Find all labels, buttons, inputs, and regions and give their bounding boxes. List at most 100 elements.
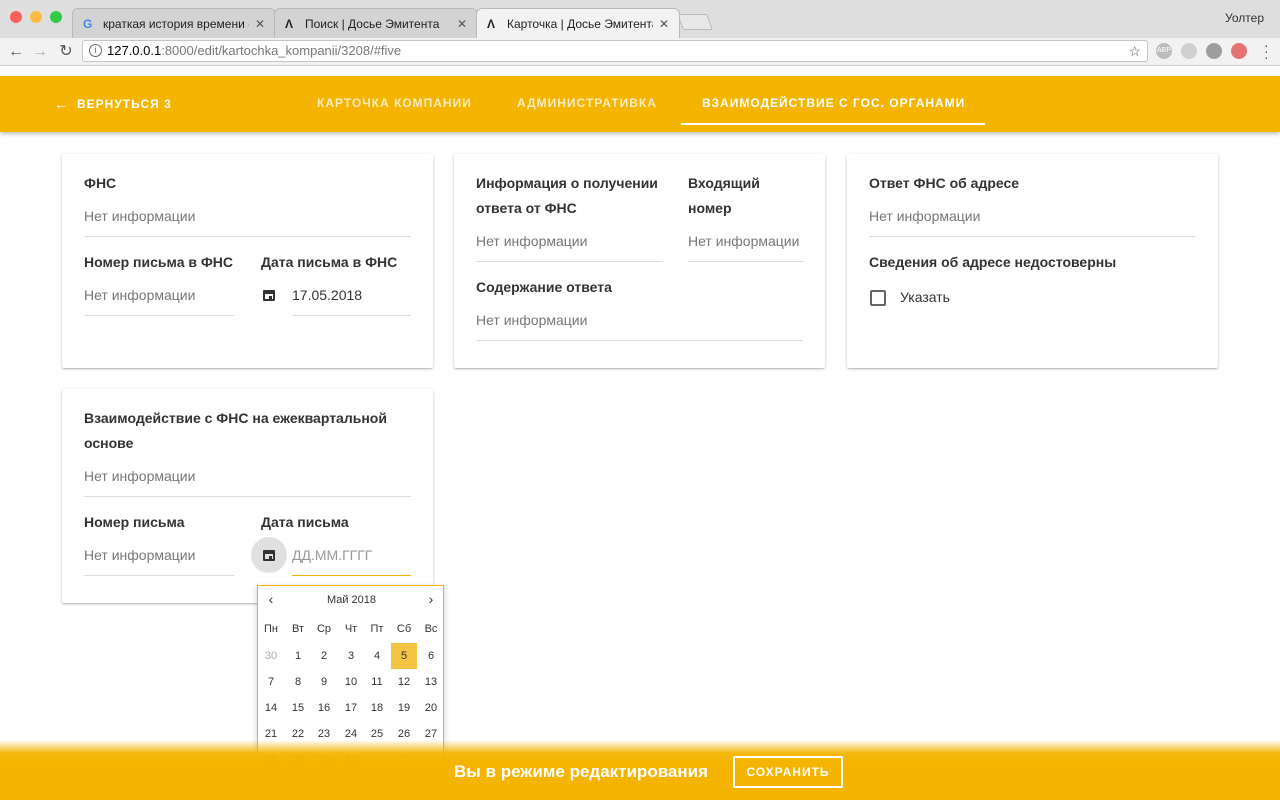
tab-title: Карточка | Досье Эмитента — [507, 16, 653, 31]
extension-icon[interactable] — [1231, 43, 1247, 59]
response-info-label-line2: ответа от ФНС — [476, 200, 577, 216]
day-cell[interactable]: 17 — [338, 695, 364, 721]
incoming-number-label: Входящий номер — [688, 171, 760, 221]
quarterly-card: Взаимодействие с ФНС на ежеквартальной о… — [62, 389, 433, 603]
day-cell[interactable]: 18 — [364, 695, 390, 721]
new-tab-button[interactable] — [677, 14, 713, 30]
day-cell[interactable]: 11 — [364, 669, 390, 695]
address-bar[interactable]: i 127.0.0.1:8000/edit/kartochka_kompanii… — [82, 40, 1148, 62]
response-card: Информация о получении ответа от ФНС Нет… — [454, 154, 825, 368]
save-button[interactable]: СОХРАНИТЬ — [733, 756, 843, 788]
day-cell[interactable]: 30 — [258, 643, 284, 669]
minimize-window-button[interactable] — [30, 11, 42, 23]
tab-title: Поиск | Досье Эмитента — [305, 16, 440, 31]
fns-value-field[interactable]: Нет информации — [84, 208, 195, 224]
address-unreliable-checkbox[interactable] — [870, 290, 886, 306]
extension-icon[interactable] — [1181, 43, 1197, 59]
back-label: ВЕРНУТЬСЯ 3 — [77, 97, 172, 111]
day-cell[interactable]: 16 — [311, 695, 337, 721]
bookmark-star-icon[interactable]: ☆ — [1128, 41, 1141, 61]
browser-menu-icon[interactable]: · · · — [1264, 38, 1270, 64]
weekday-label: Пт — [370, 623, 384, 635]
letter-date-field[interactable]: 17.05.2018 — [292, 287, 362, 303]
day-cell[interactable]: 2 — [311, 643, 337, 669]
divider — [476, 261, 663, 262]
day-cell[interactable]: 1 — [285, 643, 311, 669]
quarterly-title: Взаимодействие с ФНС на ежеквартальной о… — [84, 406, 387, 456]
app-header: ← ВЕРНУТЬСЯ 3 КАРТОЧКА КОМПАНИИ АДМИНИСТ… — [0, 76, 1280, 132]
weekday-label: Чт — [344, 623, 358, 635]
day-cell[interactable]: 3 — [338, 643, 364, 669]
day-cell[interactable]: 19 — [391, 695, 417, 721]
quarterly-letter-date-field[interactable]: ДД.ММ.ГГГГ — [292, 547, 372, 563]
close-icon[interactable]: ✕ — [255, 17, 265, 31]
edit-mode-text: Вы в режиме редактирования — [454, 762, 709, 781]
calendar-icon — [262, 548, 276, 562]
tab-company-card[interactable]: КАРТОЧКА КОМПАНИИ — [317, 96, 472, 110]
app-logo-icon: Λ — [285, 16, 294, 31]
weekday-label: Ср — [316, 623, 332, 635]
datepicker-month-label: Май 2018 — [326, 594, 377, 606]
close-icon[interactable]: ✕ — [659, 17, 669, 31]
divider — [84, 575, 234, 576]
divider — [84, 496, 411, 497]
info-icon[interactable]: i — [89, 44, 102, 57]
back-arrow-icon[interactable]: ← — [6, 42, 26, 62]
divider — [292, 315, 411, 316]
tab-administrative[interactable]: АДМИНИСТРАТИВКА — [517, 96, 657, 110]
day-cell[interactable]: 9 — [311, 669, 337, 695]
day-cell[interactable]: 14 — [258, 695, 284, 721]
divider — [84, 315, 234, 316]
extension-icon[interactable]: ABP — [1156, 43, 1172, 59]
incoming-number-field[interactable]: Нет информации — [688, 233, 799, 249]
day-cell[interactable]: 6 — [418, 643, 444, 669]
forward-arrow-icon[interactable]: → — [30, 42, 50, 62]
fns-card: ФНС Нет информации Номер письма в ФНС Не… — [62, 154, 433, 368]
tab-gov-interaction[interactable]: ВЗАИМОДЕЙСТВИЕ С ГОС. ОРГАНАМИ — [702, 96, 965, 110]
next-month-button[interactable]: › — [424, 591, 438, 607]
divider — [869, 236, 1196, 237]
back-button[interactable]: ← ВЕРНУТЬСЯ 3 — [54, 96, 172, 112]
day-cell[interactable]: 15 — [285, 695, 311, 721]
address-answer-field[interactable]: Нет информации — [869, 208, 980, 224]
divider — [84, 236, 411, 237]
checkbox-label[interactable]: Указать — [900, 289, 950, 305]
address-card: Ответ ФНС об адресе Нет информации Сведе… — [847, 154, 1218, 368]
quarterly-value-field[interactable]: Нет информации — [84, 468, 195, 484]
close-icon[interactable]: ✕ — [457, 17, 467, 31]
response-info-label: Информация о получении ответа от ФНС — [476, 171, 658, 221]
url-path: :8000/edit/kartochka_kompanii/3208/#five — [161, 43, 402, 58]
day-cell[interactable]: 7 — [258, 669, 284, 695]
calendar-icon[interactable] — [262, 288, 276, 302]
day-cell[interactable]: 13 — [418, 669, 444, 695]
browser-tab[interactable]: Λ Поиск | Досье Эмитента ✕ — [274, 8, 478, 38]
quarterly-letter-number-field[interactable]: Нет информации — [84, 547, 195, 563]
google-icon: G — [83, 16, 93, 31]
response-info-field[interactable]: Нет информации — [476, 233, 587, 249]
edit-mode-bar: Вы в режиме редактирования СОХРАНИТЬ — [0, 740, 1280, 800]
letter-number-label: Номер письма в ФНС — [84, 254, 234, 270]
weekday-label: Вт — [291, 623, 304, 635]
extension-icon[interactable] — [1206, 43, 1222, 59]
incoming-number-label-line1: Входящий — [688, 175, 760, 191]
divider — [688, 261, 804, 262]
zoom-window-button[interactable] — [50, 11, 62, 23]
day-cell[interactable]: 20 — [418, 695, 444, 721]
arrow-left-icon: ← — [54, 96, 69, 112]
browser-tab-active[interactable]: Λ Карточка | Досье Эмитента ✕ — [476, 8, 680, 38]
day-cell-selected[interactable]: 5 — [391, 643, 417, 669]
day-cell[interactable]: 12 — [391, 669, 417, 695]
response-info-label-line1: Информация о получении — [476, 175, 658, 191]
day-cell[interactable]: 8 — [285, 669, 311, 695]
active-tab-indicator — [681, 123, 985, 125]
response-content-field[interactable]: Нет информации — [476, 312, 587, 328]
profile-name[interactable]: Уолтер — [1225, 11, 1264, 25]
quarterly-letter-number-label: Номер письма — [84, 514, 185, 530]
browser-toolbar: ← → ↻ i 127.0.0.1:8000/edit/kartochka_ko… — [0, 38, 1280, 66]
day-cell[interactable]: 10 — [338, 669, 364, 695]
browser-tab[interactable]: G краткая история времени - П ✕ — [72, 8, 276, 38]
day-cell[interactable]: 4 — [364, 643, 390, 669]
letter-number-field[interactable]: Нет информации — [84, 287, 195, 303]
reload-icon[interactable]: ↻ — [56, 42, 76, 62]
close-window-button[interactable] — [10, 11, 22, 23]
